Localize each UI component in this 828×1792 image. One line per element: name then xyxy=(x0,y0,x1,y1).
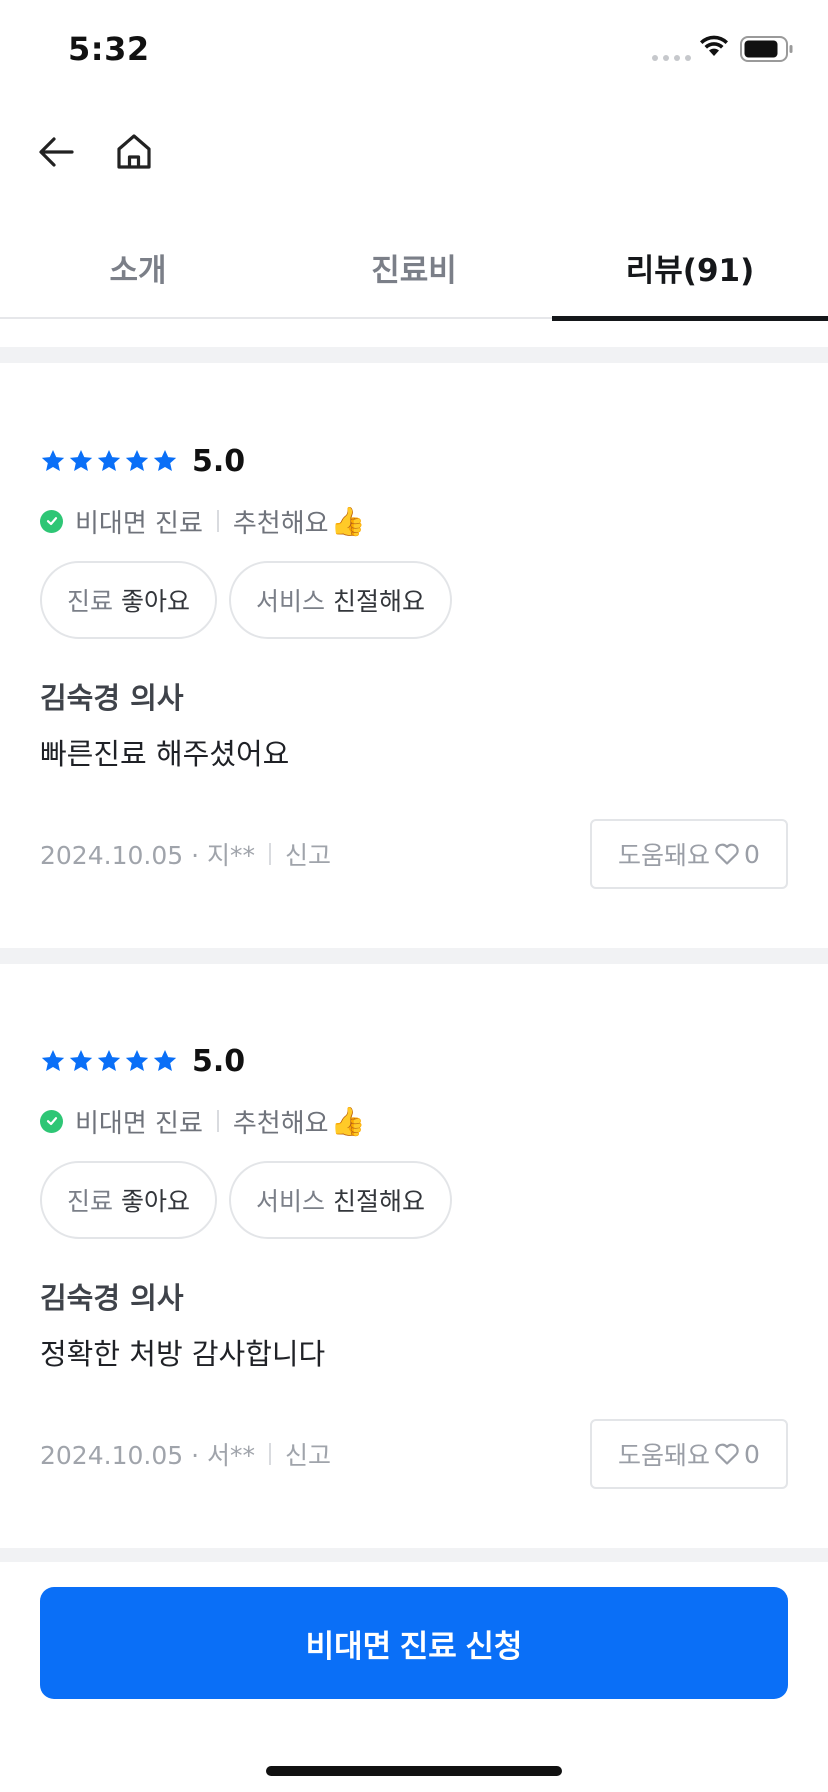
star-icon xyxy=(41,449,65,471)
star-icon xyxy=(125,1049,149,1071)
review-date-author: 2024.10.05 · 지** xyxy=(40,841,255,870)
review-tags: 진료 좋아요 서비스 친절해요 xyxy=(40,1161,453,1239)
tag-category: 진료 xyxy=(67,1187,114,1216)
star-icon xyxy=(97,449,121,471)
star-rating xyxy=(40,448,178,474)
review-card: 5.0 비대면 진료 추천해요 👍 진료 좋아요 서비스 친절해요 김숙경 의사… xyxy=(0,363,828,953)
divider xyxy=(216,1110,219,1132)
battery-icon xyxy=(740,36,793,62)
back-button[interactable] xyxy=(32,128,80,176)
helpful-label: 도움돼요 xyxy=(618,841,711,870)
heart-icon xyxy=(715,1443,739,1465)
star-icon xyxy=(153,1049,177,1071)
thumbs-up-icon: 👍 xyxy=(330,504,366,538)
rating-score: 5.0 xyxy=(192,443,246,479)
star-icon xyxy=(153,449,177,471)
tag-category: 서비스 xyxy=(256,1187,326,1216)
section-divider xyxy=(0,948,828,964)
star-icon xyxy=(69,449,93,471)
report-link[interactable]: 신고 xyxy=(285,1436,331,1472)
tag-chip: 서비스 친절해요 xyxy=(229,1161,453,1239)
star-icon xyxy=(125,449,149,471)
doctor-name: 김숙경 의사 xyxy=(40,681,184,715)
tab-bar: 소개 진료비 리뷰(91) xyxy=(0,215,828,321)
tag-value: 친절해요 xyxy=(333,1187,426,1216)
home-indicator xyxy=(266,1766,562,1776)
status-bar: 5:32 xyxy=(0,0,828,100)
star-icon xyxy=(41,1049,65,1071)
rating-row: 5.0 xyxy=(40,1043,245,1079)
review-date-author: 2024.10.05 · 서** xyxy=(40,1441,255,1470)
star-rating xyxy=(40,1048,178,1074)
status-time: 5:32 xyxy=(68,30,150,68)
rating-row: 5.0 xyxy=(40,443,245,479)
tab-intro[interactable]: 소개 xyxy=(0,215,276,319)
consult-type: 비대면 진료 xyxy=(75,508,203,539)
tag-category: 진료 xyxy=(67,587,114,616)
home-button[interactable] xyxy=(110,128,158,176)
helpful-label: 도움돼요 xyxy=(618,1441,711,1470)
star-icon xyxy=(97,1049,121,1071)
wifi-icon xyxy=(700,35,728,56)
report-link[interactable]: 신고 xyxy=(285,836,331,872)
review-footer: 2024.10.05 · 서** 신고 도움돼요 0 xyxy=(40,1419,788,1489)
tab-fees[interactable]: 진료비 xyxy=(276,215,552,319)
review-meta: 비대면 진료 추천해요 👍 xyxy=(40,503,365,539)
check-circle-icon xyxy=(40,1109,63,1133)
review-text: 빠른진료 해주셨어요 xyxy=(40,737,290,771)
review-footer: 2024.10.05 · 지** 신고 도움돼요 0 xyxy=(40,819,788,889)
divider xyxy=(216,510,219,532)
check-circle-icon xyxy=(40,509,63,533)
tag-category: 서비스 xyxy=(256,587,326,616)
request-consultation-button[interactable]: 비대면 진료 신청 xyxy=(40,1587,788,1699)
home-icon xyxy=(117,134,151,169)
bottom-cta-bar: 비대면 진료 신청 xyxy=(0,1562,828,1792)
helpful-button[interactable]: 도움돼요 0 xyxy=(590,1419,788,1489)
doctor-name: 김숙경 의사 xyxy=(40,1281,184,1315)
recommend-label: 추천해요 xyxy=(232,508,329,539)
recommend-label: 추천해요 xyxy=(232,1108,329,1139)
star-icon xyxy=(69,1049,93,1071)
cellular-signal-icon xyxy=(652,55,691,61)
nav-bar xyxy=(0,110,828,190)
tag-chip: 서비스 친절해요 xyxy=(229,561,453,639)
tag-chip: 진료 좋아요 xyxy=(40,561,218,639)
thumbs-up-icon: 👍 xyxy=(330,1104,366,1138)
review-card: 5.0 비대면 진료 추천해요 👍 진료 좋아요 서비스 친절해요 김숙경 의사… xyxy=(0,963,828,1553)
divider xyxy=(268,843,271,865)
consult-type: 비대면 진료 xyxy=(75,1108,203,1139)
review-text: 정확한 처방 감사합니다 xyxy=(40,1337,326,1371)
review-meta: 비대면 진료 추천해요 👍 xyxy=(40,1103,365,1139)
tag-value: 친절해요 xyxy=(333,587,426,616)
tag-value: 좋아요 xyxy=(121,1187,191,1216)
rating-score: 5.0 xyxy=(192,1043,246,1079)
arrow-left-icon xyxy=(39,137,74,167)
divider xyxy=(268,1443,271,1465)
tag-chip: 진료 좋아요 xyxy=(40,1161,218,1239)
helpful-count: 0 xyxy=(744,1439,760,1469)
section-divider xyxy=(0,347,828,363)
helpful-count: 0 xyxy=(744,839,760,869)
tag-value: 좋아요 xyxy=(121,587,191,616)
review-tags: 진료 좋아요 서비스 친절해요 xyxy=(40,561,453,639)
heart-icon xyxy=(715,843,739,865)
helpful-button[interactable]: 도움돼요 0 xyxy=(590,819,788,889)
tab-reviews[interactable]: 리뷰(91) xyxy=(552,215,828,321)
